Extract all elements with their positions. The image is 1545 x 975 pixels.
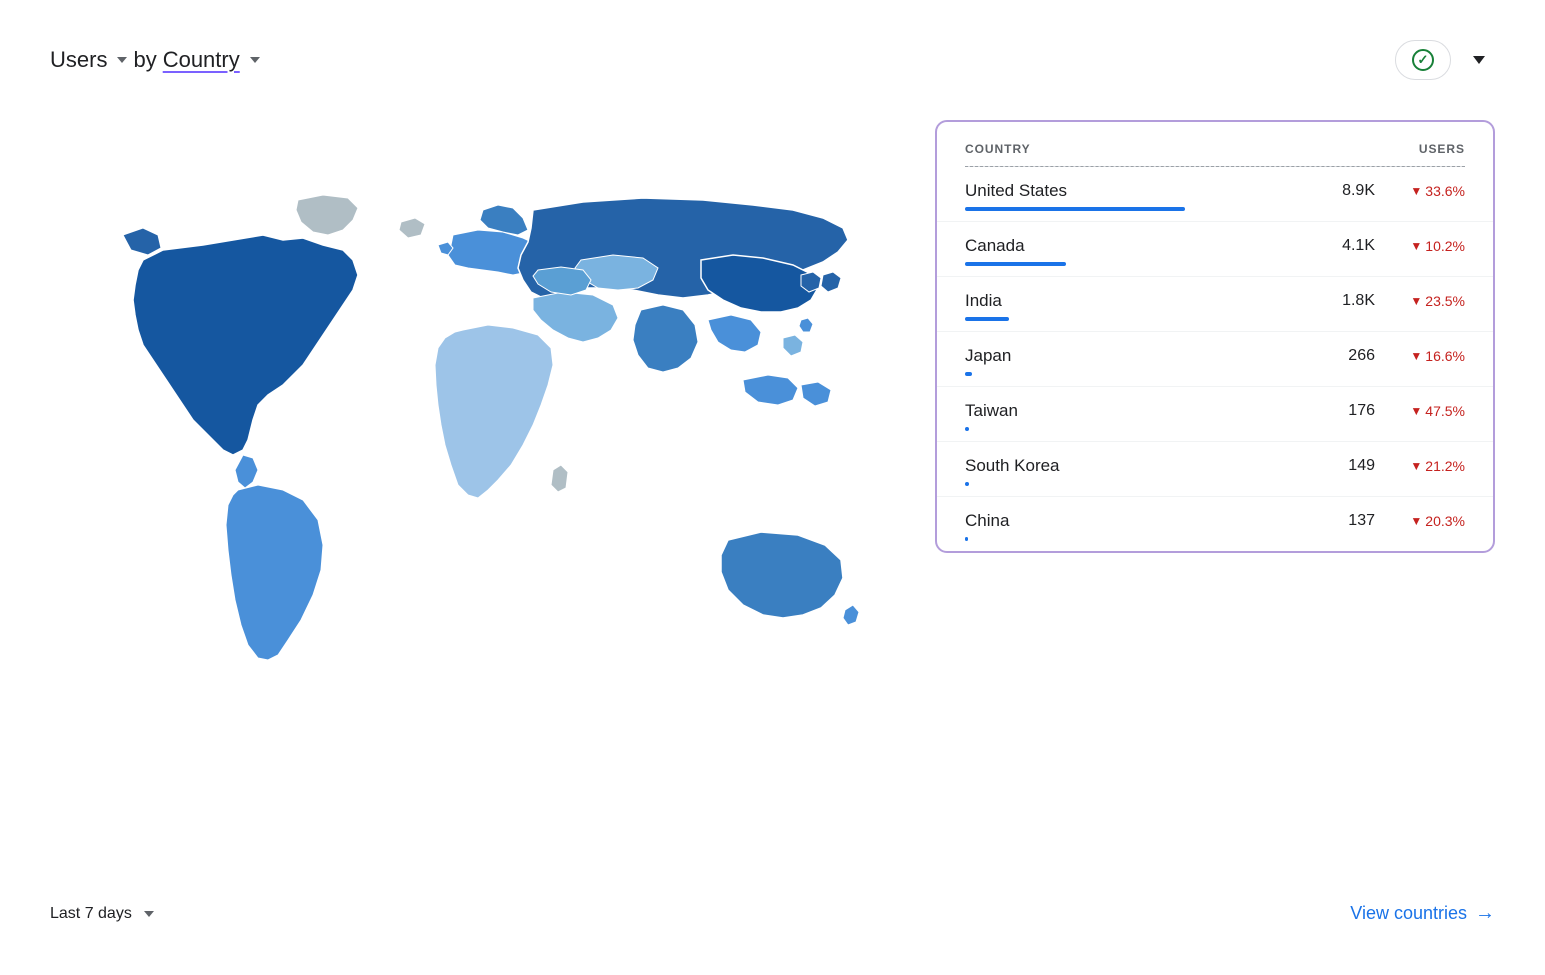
row-top-6: China 137 ▼ 20.3% [965,511,1465,531]
row-right-3: 266 ▼ 16.6% [1330,347,1465,365]
check-icon [1412,49,1434,71]
title-country: Country [163,47,240,73]
bar-1 [965,262,1066,266]
footer: Last 7 days View countries → [50,882,1495,935]
date-range-selector[interactable]: Last 7 days [50,905,154,923]
row-top-3: Japan 266 ▼ 16.6% [965,346,1465,366]
bar-5 [965,482,969,486]
change-1: ▼ 10.2% [1395,238,1465,254]
users-count-4: 176 [1330,402,1375,420]
map-area [50,110,935,790]
users-count-0: 8.9K [1330,182,1375,200]
down-arrow-icon-5: ▼ [1410,459,1422,473]
bar-4 [965,427,969,431]
chevron-down-icon [1473,56,1485,64]
down-arrow-icon-3: ▼ [1410,349,1422,363]
row-top-5: South Korea 149 ▼ 21.2% [965,456,1465,476]
table-row: South Korea 149 ▼ 21.2% [937,442,1493,497]
header-controls [1395,40,1495,80]
change-5: ▼ 21.2% [1395,458,1465,474]
users-count-3: 266 [1330,347,1375,365]
users-count-1: 4.1K [1330,237,1375,255]
dropdown-users-arrow[interactable] [117,57,127,63]
chevron-down-button[interactable] [1459,42,1495,78]
bar-container-1 [965,262,1465,266]
date-range-label: Last 7 days [50,905,132,923]
users-count-2: 1.8K [1330,292,1375,310]
country-name-0: United States [965,181,1067,201]
row-right-1: 4.1K ▼ 10.2% [1330,237,1465,255]
bar-2 [965,317,1009,321]
table-panel: COUNTRY USERS United States 8.9K ▼ 33.6% [935,120,1495,553]
row-right-2: 1.8K ▼ 23.5% [1330,292,1465,310]
body-area: COUNTRY USERS United States 8.9K ▼ 33.6% [50,110,1495,882]
bar-container-0 [965,207,1465,211]
table-row: India 1.8K ▼ 23.5% [937,277,1493,332]
title-users: Users [50,47,107,73]
dropdown-country-arrow[interactable] [250,57,260,63]
table-row: China 137 ▼ 20.3% [937,497,1493,551]
world-map [83,180,903,720]
title-by: by [133,47,156,73]
down-arrow-icon-4: ▼ [1410,404,1422,418]
down-arrow-icon-0: ▼ [1410,184,1422,198]
table-row: Canada 4.1K ▼ 10.2% [937,222,1493,277]
bar-container-2 [965,317,1465,321]
users-count-6: 137 [1330,512,1375,530]
country-name-5: South Korea [965,456,1060,476]
down-arrow-icon-6: ▼ [1410,514,1422,528]
bar-container-6 [965,537,1465,541]
row-top-0: United States 8.9K ▼ 33.6% [965,181,1465,201]
view-countries-link[interactable]: View countries → [1350,902,1495,925]
change-4: ▼ 47.5% [1395,403,1465,419]
arrow-right-icon: → [1475,902,1495,925]
down-arrow-icon-1: ▼ [1410,239,1422,253]
country-name-4: Taiwan [965,401,1018,421]
change-2: ▼ 23.5% [1395,293,1465,309]
bar-3 [965,372,972,376]
title-area: Users by Country [50,47,260,73]
country-name-1: Canada [965,236,1025,256]
table-header: COUNTRY USERS [937,122,1493,166]
down-arrow-icon-2: ▼ [1410,294,1422,308]
change-0: ▼ 33.6% [1395,183,1465,199]
users-count-5: 149 [1330,457,1375,475]
table-rows-container: United States 8.9K ▼ 33.6% Canada 4.1K [937,167,1493,551]
bar-container-3 [965,372,1465,376]
country-name-3: Japan [965,346,1011,366]
row-right-4: 176 ▼ 47.5% [1330,402,1465,420]
row-right-5: 149 ▼ 21.2% [1330,457,1465,475]
change-6: ▼ 20.3% [1395,513,1465,529]
country-name-2: India [965,291,1002,311]
date-range-arrow-icon [144,911,154,917]
row-top-2: India 1.8K ▼ 23.5% [965,291,1465,311]
bar-container-4 [965,427,1465,431]
row-top-4: Taiwan 176 ▼ 47.5% [965,401,1465,421]
view-countries-label: View countries [1350,903,1467,924]
row-top-1: Canada 4.1K ▼ 10.2% [965,236,1465,256]
bar-container-5 [965,482,1465,486]
bar-6 [965,537,968,541]
bar-0 [965,207,1185,211]
main-container: Users by Country [0,0,1545,975]
check-button[interactable] [1395,40,1451,80]
change-3: ▼ 16.6% [1395,348,1465,364]
row-right-0: 8.9K ▼ 33.6% [1330,182,1465,200]
col-header-country: COUNTRY [965,142,1031,156]
col-header-users: USERS [1419,142,1465,156]
table-row: United States 8.9K ▼ 33.6% [937,167,1493,222]
table-row: Taiwan 176 ▼ 47.5% [937,387,1493,442]
country-name-6: China [965,511,1009,531]
row-right-6: 137 ▼ 20.3% [1330,512,1465,530]
header: Users by Country [50,40,1495,80]
table-row: Japan 266 ▼ 16.6% [937,332,1493,387]
